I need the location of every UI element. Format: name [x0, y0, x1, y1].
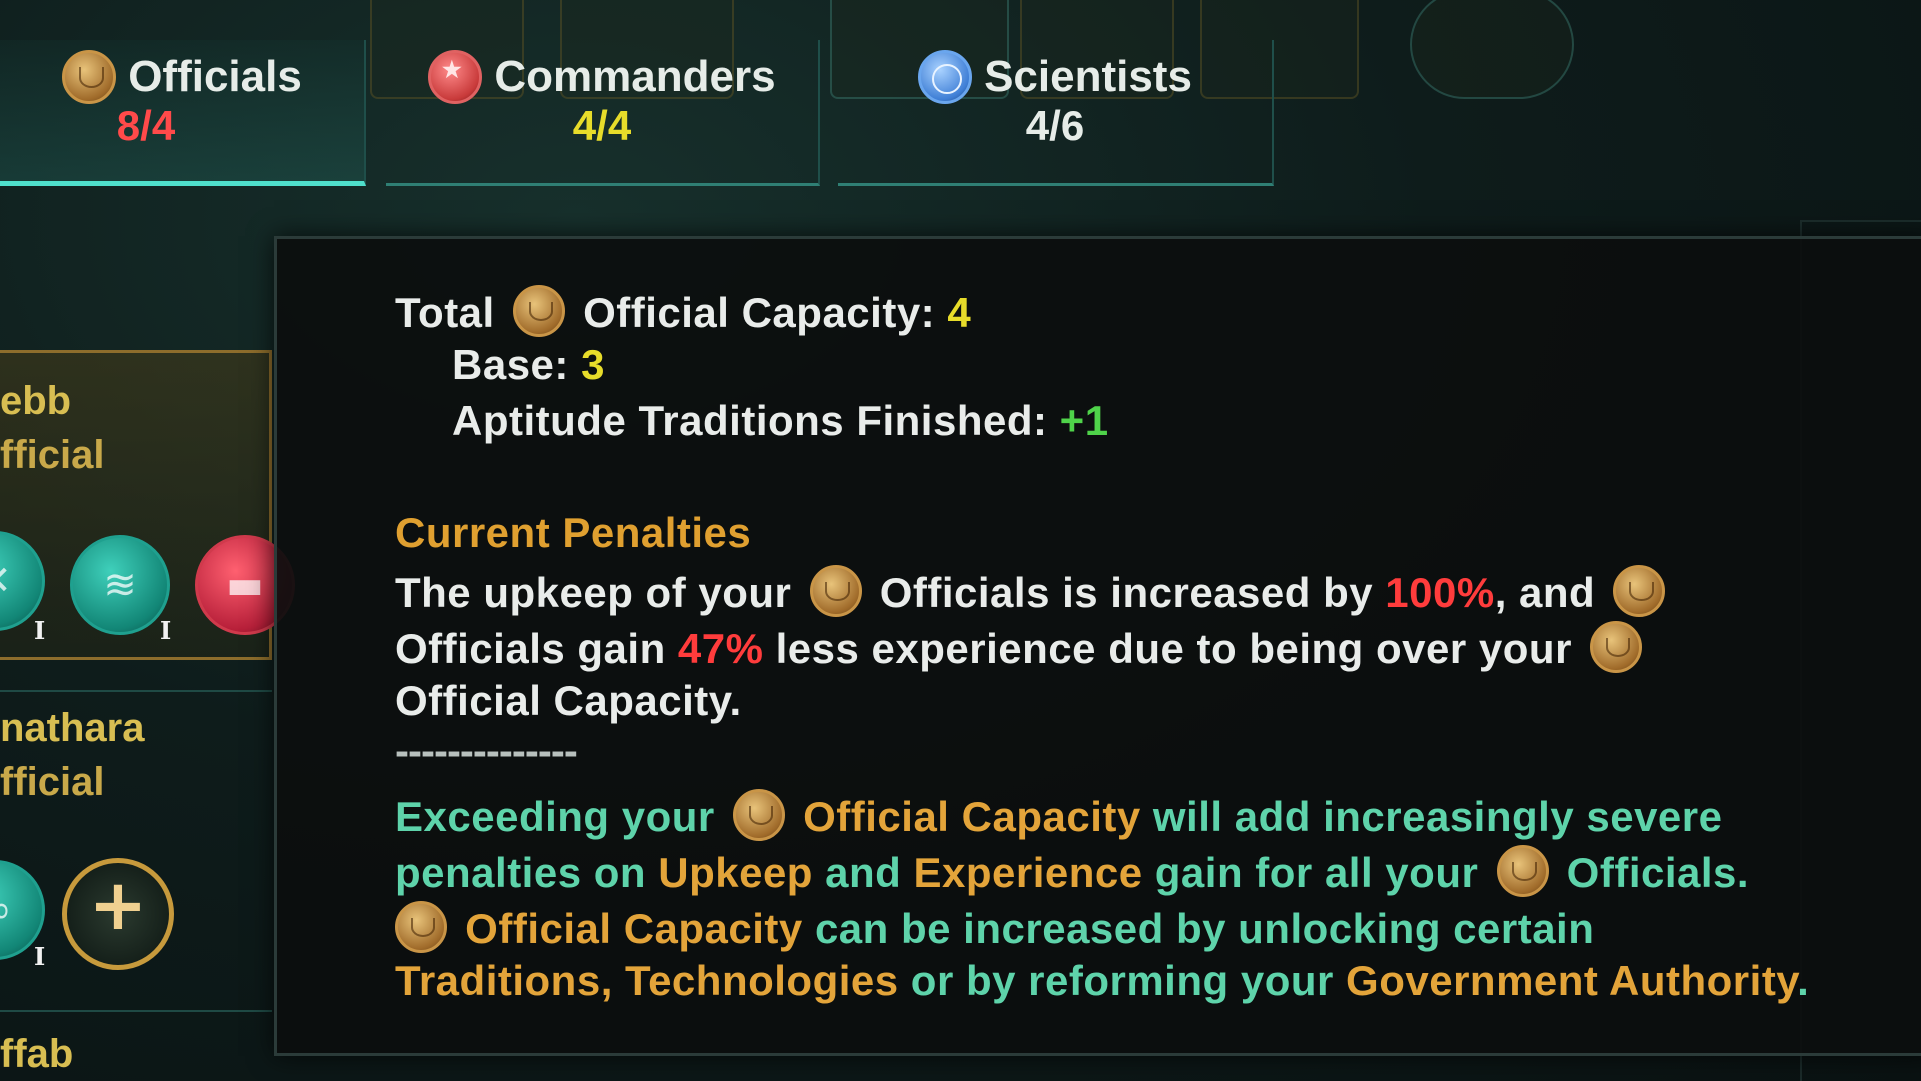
e2c: and	[825, 849, 902, 896]
building-icon: ▬	[226, 562, 264, 608]
total-capacity-line: Total Official Capacity: 4	[395, 285, 971, 337]
base-value: 3	[581, 341, 605, 388]
tab-scientists-head: Scientists	[838, 50, 1272, 104]
add-trait-button[interactable]: +	[62, 858, 174, 970]
leader-trait-icon[interactable]: ≋	[70, 535, 170, 635]
aptitude-label: Aptitude Traditions Finished:	[452, 397, 1048, 444]
e1a: Exceeding your	[395, 793, 715, 840]
coins-icon: ≋	[103, 562, 137, 608]
leaders-screen: Officials 8/4 Commanders 4/4 Scientists …	[0, 0, 1921, 1081]
tab-officials-head: Officials	[0, 50, 364, 104]
tab-commanders[interactable]: Commanders 4/4	[386, 40, 820, 186]
officials-coin-icon	[1496, 845, 1549, 897]
p1a: The upkeep of your	[395, 569, 792, 616]
e4d: .	[1797, 957, 1810, 1004]
tab-scientists-label: Scientists	[984, 52, 1192, 101]
leader-role: fficial	[0, 760, 105, 804]
leader-name: ffab	[0, 1032, 74, 1076]
total-label: Total	[395, 289, 495, 336]
officials-coin-icon	[395, 901, 447, 953]
leader-card[interactable]: nathara fficial ∞ I +	[0, 690, 272, 1010]
e2d: Experience	[913, 849, 1143, 896]
officials-coin-icon	[1613, 565, 1666, 617]
p2a: Officials gain	[395, 625, 666, 672]
officials-coin-icon	[512, 285, 565, 337]
trait-level: I	[34, 942, 46, 971]
leader-name: nathara	[0, 706, 145, 750]
trait-level: I	[160, 616, 172, 645]
leader-role: fficial	[0, 433, 105, 477]
officials-coin-icon	[62, 50, 117, 104]
officials-coin-icon	[1590, 621, 1643, 673]
upkeep-penalty-pct: 100%	[1385, 569, 1495, 616]
e2b: Upkeep	[658, 849, 813, 896]
officials-coin-icon	[809, 565, 862, 617]
e3b: can be increased by unlocking certain	[814, 905, 1595, 952]
base-label: Base:	[452, 341, 569, 388]
divider: --------------	[395, 727, 578, 774]
e1b: Official Capacity	[803, 793, 1141, 840]
leader-card[interactable]: ffab	[0, 1010, 272, 1081]
explain-line-1: Exceeding your Official Capacity will ad…	[395, 789, 1723, 841]
official-capacity-tooltip: Total Official Capacity: 4 Base: 3 Aptit…	[274, 236, 1921, 1056]
penalty-line-1: The upkeep of your Officials is increase…	[395, 565, 1671, 617]
trait-level: I	[34, 616, 46, 645]
capacity-label: Official Capacity:	[583, 289, 936, 336]
top-slot-bg	[1410, 0, 1574, 99]
e3a: Official Capacity	[465, 905, 803, 952]
e2a: penalties on	[395, 849, 647, 896]
tab-scientists-count: 4/6	[1025, 102, 1085, 149]
tab-scientists[interactable]: Scientists 4/6	[838, 40, 1274, 186]
penalty-line-2: Officials gain 47% less experience due t…	[395, 621, 1648, 673]
leader-card-selected[interactable]: ebb fficial ✕ I ≋ I ▬	[0, 350, 295, 660]
p2b: less experience due to being over your	[775, 625, 1572, 672]
trait-glyph-icon: ∞	[0, 887, 12, 933]
e2e: gain for all your	[1154, 849, 1479, 896]
e4a: Traditions, Technologies	[395, 957, 899, 1004]
commanders-star-icon	[428, 50, 483, 104]
e1c: will add increasingly severe	[1152, 793, 1723, 840]
tab-commanders-head: Commanders	[386, 50, 818, 104]
aptitude-value: +1	[1059, 397, 1109, 444]
tab-officials-count: 8/4	[116, 102, 176, 149]
p1b: Officials is increased by	[879, 569, 1374, 616]
trait-glyph-icon: ✕	[0, 558, 12, 604]
p1c: , and	[1494, 569, 1596, 616]
base-line: Base: 3	[452, 341, 605, 389]
leader-name: ebb	[0, 379, 72, 423]
tab-commanders-count: 4/4	[572, 102, 632, 149]
tab-officials[interactable]: Officials 8/4	[0, 40, 366, 186]
e4b: or by reforming your	[910, 957, 1334, 1004]
explain-line-3: Official Capacity can be increased by un…	[395, 901, 1594, 953]
capacity-value: 4	[947, 289, 972, 336]
experience-penalty-pct: 47%	[677, 625, 764, 672]
scientists-orb-icon	[918, 50, 973, 104]
penalties-title: Current Penalties	[395, 509, 752, 556]
tab-officials-label: Officials	[128, 52, 302, 101]
explain-line-4: Traditions, Technologies or by reforming…	[395, 957, 1809, 1005]
tab-commanders-label: Commanders	[494, 52, 776, 101]
explain-line-2: penalties on Upkeep and Experience gain …	[395, 845, 1749, 897]
aptitude-line: Aptitude Traditions Finished: +1	[452, 397, 1109, 445]
e2f: Officials.	[1566, 849, 1750, 896]
officials-coin-icon	[732, 789, 785, 841]
e4c: Government Authority	[1346, 957, 1798, 1004]
penalty-line-3: Official Capacity.	[395, 677, 742, 724]
